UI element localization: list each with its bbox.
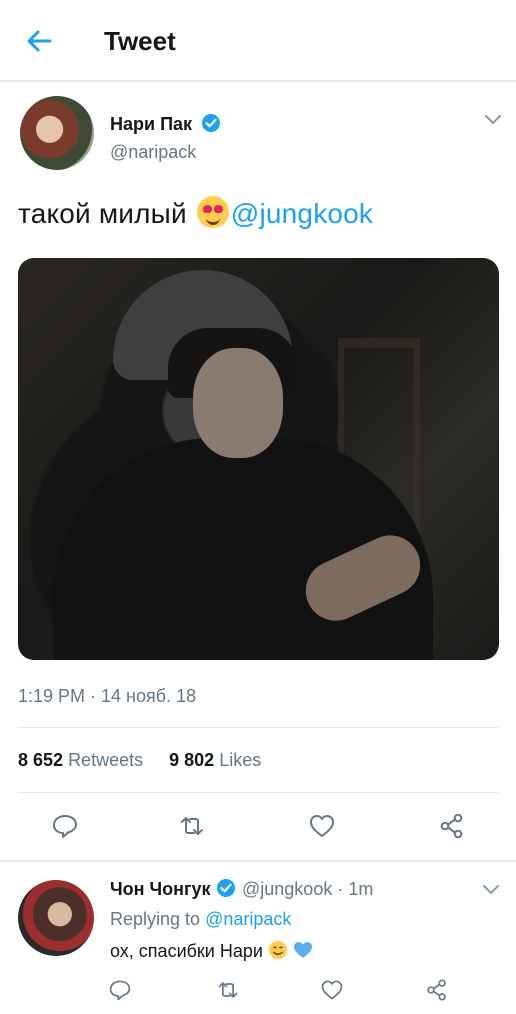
likes-count[interactable]: 9 802	[169, 750, 214, 770]
page-title: Tweet	[104, 26, 176, 56]
heart-eyes-emoji	[196, 196, 229, 228]
mention-link[interactable]: @jungkook	[231, 198, 373, 229]
reply-author-avatar[interactable]	[18, 880, 94, 956]
blue-heart-emoji	[293, 942, 312, 958]
tweet-text: такой милый @jungkook	[18, 196, 373, 230]
back-arrow-icon[interactable]	[24, 26, 54, 56]
tweet-stats: 8 652 Retweets 9 802 Likes	[18, 750, 261, 771]
smile-emoji	[268, 941, 287, 959]
replying-to: Replying to @naripack	[110, 909, 291, 930]
like-icon[interactable]	[308, 812, 336, 840]
share-icon[interactable]	[425, 978, 449, 1002]
section-separator	[0, 860, 516, 862]
verified-icon	[202, 114, 220, 132]
replying-to-label: Replying to	[110, 909, 201, 929]
tweet-photo[interactable]	[18, 258, 499, 660]
author-avatar[interactable]	[20, 96, 94, 170]
reply-icon[interactable]	[108, 978, 132, 1002]
verified-icon	[217, 879, 235, 897]
tweet-text-body: такой милый	[18, 198, 187, 229]
likes-label[interactable]: Likes	[219, 750, 261, 770]
divider	[18, 727, 498, 728]
chevron-down-icon[interactable]	[484, 114, 502, 126]
like-icon[interactable]	[320, 978, 344, 1002]
chevron-down-icon[interactable]	[482, 884, 500, 896]
divider	[18, 792, 498, 793]
retweets-count[interactable]: 8 652	[18, 750, 63, 770]
reply-text-body: ох, спасибки Нари	[110, 941, 263, 961]
reply-time: · 1m	[337, 879, 374, 899]
share-icon[interactable]	[438, 812, 466, 840]
retweet-icon[interactable]	[216, 978, 240, 1002]
retweets-label[interactable]: Retweets	[68, 750, 143, 770]
reply-author-name[interactable]: Чон Чонгук	[110, 879, 211, 900]
reply-author-handle[interactable]: @jungkook · 1m	[242, 879, 373, 900]
top-bar: Tweet	[0, 0, 516, 82]
reply-text: ох, спасибки Нари	[110, 940, 313, 962]
reply-handle-text[interactable]: @jungkook	[242, 879, 332, 899]
replying-to-handle[interactable]: @naripack	[205, 909, 291, 929]
tweet-timestamp: 1:19 PM · 14 нояб. 18	[18, 686, 197, 706]
retweet-icon[interactable]	[178, 812, 206, 840]
reply-icon[interactable]	[51, 812, 79, 840]
author-handle[interactable]: @naripack	[110, 142, 196, 163]
author-name[interactable]: Нари Пак	[110, 114, 192, 135]
